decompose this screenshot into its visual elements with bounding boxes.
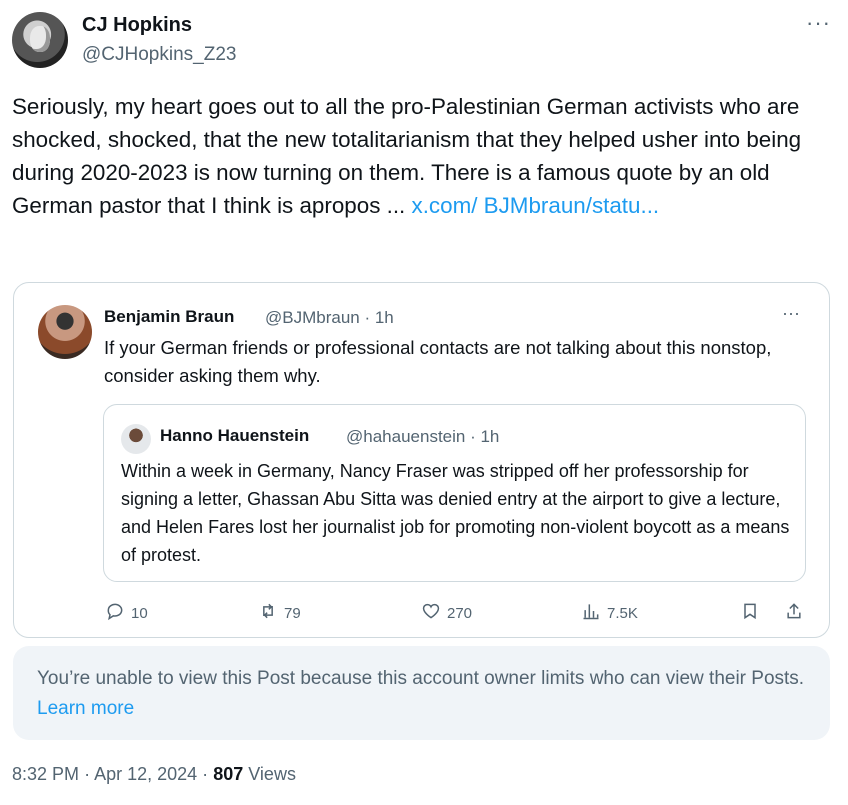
- like-button[interactable]: 270: [421, 601, 472, 625]
- bookmark-button[interactable]: [740, 601, 760, 625]
- nested-text: Within a week in Germany, Nancy Fraser w…: [121, 461, 790, 565]
- more-icon[interactable]: ···: [806, 10, 831, 36]
- quote-avatar[interactable]: [38, 305, 92, 359]
- unavailable-notice: You’re unable to view this Post because …: [13, 646, 830, 740]
- quote-card[interactable]: Benjamin Braun @BJMbraun · 1h ··· If you…: [13, 282, 830, 638]
- separator: ·: [84, 764, 91, 784]
- learn-more-link[interactable]: Learn more: [37, 698, 134, 719]
- post-body: Seriously, my heart goes out to all the …: [12, 94, 802, 218]
- bookmark-icon: [740, 601, 760, 625]
- quote-meta[interactable]: @BJMbraun · 1h: [265, 308, 394, 328]
- post-footer: 8:32 PM · Apr 12, 2024 · 807 Views: [12, 764, 296, 785]
- views-count: 7.5K: [607, 604, 638, 622]
- nested-quote-card[interactable]: Hanno Hauenstein @hahauenstein · 1h With…: [103, 404, 806, 582]
- repost-count: 79: [284, 604, 301, 622]
- repost-icon: [258, 601, 278, 625]
- views-icon: [581, 601, 601, 625]
- notice-text: You’re unable to view this Post because …: [37, 668, 805, 689]
- reply-icon: [105, 601, 125, 625]
- quote-author-name[interactable]: Benjamin Braun: [104, 307, 234, 327]
- nested-author-name[interactable]: Hanno Hauenstein: [160, 426, 309, 446]
- like-icon: [421, 601, 441, 625]
- post-link[interactable]: x.com/ BJMbraun/statu...: [412, 193, 660, 218]
- share-icon: [784, 601, 804, 625]
- views-button[interactable]: 7.5K: [581, 601, 638, 625]
- repost-button[interactable]: 79: [258, 601, 301, 625]
- nested-avatar[interactable]: [121, 424, 151, 454]
- author-name[interactable]: CJ Hopkins: [82, 14, 192, 37]
- nested-meta[interactable]: @hahauenstein · 1h: [346, 427, 499, 447]
- quote-text: If your German friends or professional c…: [104, 337, 772, 386]
- quote-actions: 10 79 270 7.5K: [14, 601, 829, 627]
- quote-more-icon[interactable]: ···: [782, 303, 800, 324]
- views-total: 807: [213, 764, 244, 784]
- post-text: Seriously, my heart goes out to all the …: [12, 90, 838, 222]
- author-handle[interactable]: @CJHopkins_Z23: [82, 44, 236, 66]
- like-count: 270: [447, 604, 473, 622]
- views-label: Views: [248, 764, 296, 784]
- reply-button[interactable]: 10: [105, 601, 148, 625]
- post-date[interactable]: Apr 12, 2024: [94, 764, 197, 784]
- separator: ·: [202, 764, 209, 784]
- main-avatar[interactable]: [12, 12, 68, 68]
- post-time[interactable]: 8:32 PM: [12, 764, 79, 784]
- share-button[interactable]: [784, 601, 804, 625]
- reply-count: 10: [131, 604, 148, 622]
